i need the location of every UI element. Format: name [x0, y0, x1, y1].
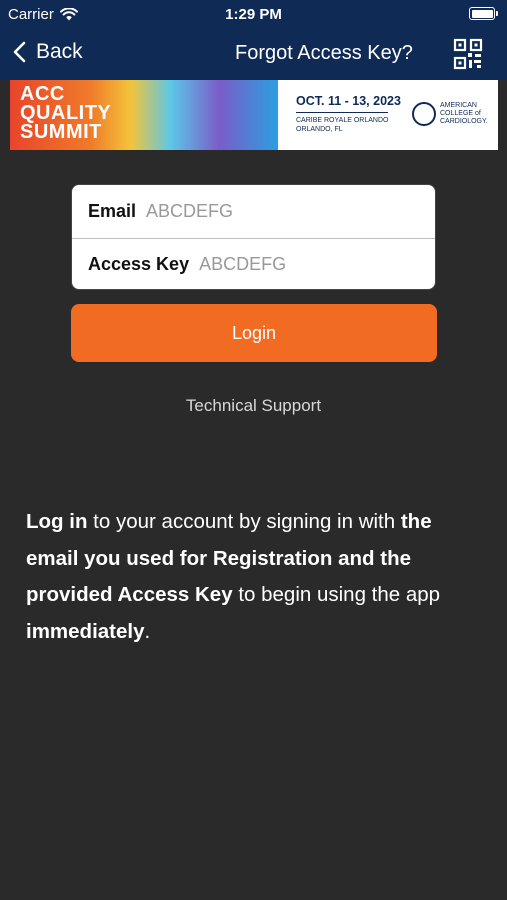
banner-title-line: SUMMIT — [20, 121, 102, 143]
back-button[interactable]: Back — [12, 40, 83, 64]
back-label: Back — [36, 40, 83, 63]
instruction-text: to begin using the app — [232, 583, 441, 606]
email-field[interactable]: Email ABCDEFG — [72, 185, 435, 239]
venue-line: CARIBE ROYALE ORLANDO — [296, 117, 389, 124]
instruction-text: to your account by signing in with — [87, 510, 401, 533]
email-input[interactable]: ABCDEFG — [146, 201, 233, 222]
org-line: CARDIOLOGY. — [440, 118, 488, 125]
qr-code-icon[interactable] — [453, 38, 483, 70]
banner-info: OCT. 11 - 13, 2023 CARIBE ROYALE ORLANDO… — [278, 80, 498, 150]
org-line: AMERICAN — [440, 102, 477, 109]
nav-bar: Back Forgot Access Key? — [0, 30, 507, 80]
status-bar: Carrier 1:29 PM — [0, 0, 507, 30]
event-venue: CARIBE ROYALE ORLANDO ORLANDO, FL — [296, 116, 388, 134]
forgot-access-key-link[interactable]: Forgot Access Key? — [235, 42, 413, 65]
clock: 1:29 PM — [225, 6, 282, 23]
access-key-label: Access Key — [88, 254, 190, 274]
email-label: Email — [88, 201, 137, 221]
technical-support-link[interactable]: Technical Support — [0, 396, 507, 416]
divider — [296, 112, 388, 113]
acc-seal-logo — [412, 102, 436, 126]
banner-title: ACC QUALITY SUMMIT — [20, 84, 111, 143]
acc-logo-text: AMERICAN COLLEGE of CARDIOLOGY. — [440, 102, 488, 126]
instruction-bold: Log in — [26, 510, 88, 533]
access-key-field[interactable]: Access Key ABCDEFG — [72, 238, 435, 289]
access-key-input[interactable]: ABCDEFG — [199, 254, 286, 275]
login-form: Email ABCDEFG Access Key ABCDEFG — [71, 184, 436, 290]
event-banner: ACC QUALITY SUMMIT OCT. 11 - 13, 2023 CA… — [10, 80, 498, 150]
login-button[interactable]: Login — [71, 304, 437, 362]
event-dates: OCT. 11 - 13, 2023 — [296, 94, 401, 108]
instruction-bold: immediately — [26, 619, 145, 643]
battery-icon — [469, 7, 498, 20]
venue-line: ORLANDO, FL — [296, 126, 343, 133]
instruction-text: . — [144, 619, 151, 643]
login-instructions: Log in to your account by signing in wit… — [26, 504, 486, 650]
back-chevron-icon — [13, 41, 26, 63]
org-line: COLLEGE of — [440, 110, 481, 117]
